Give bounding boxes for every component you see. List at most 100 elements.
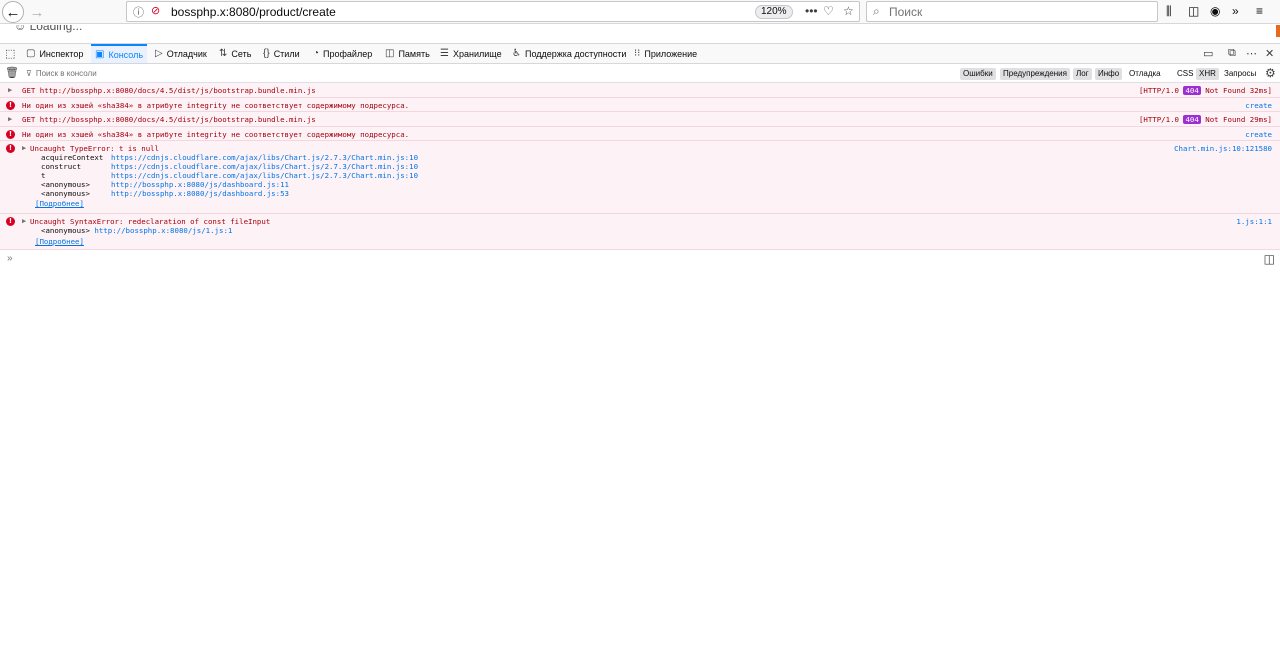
search-icon: ⌕ [873,4,880,18]
tab-label: Инспектор [39,48,84,59]
tab-debugger[interactable]: ▷ Отладчик [155,44,207,63]
message-text[interactable]: GET http://bossphp.x:8080/docs/4.5/dist/… [22,115,316,124]
learn-more-link[interactable]: [Подробнее] [35,237,84,246]
menu-icon[interactable]: ≡ [1256,4,1263,18]
stack-link[interactable]: https://cdnjs.cloudflare.com/ajax/libs/C… [111,153,418,162]
status-suffix: Not Found 29ms] [1200,115,1272,124]
status-code-badge: 404 [1183,86,1201,95]
message-source-link[interactable]: create [1245,130,1272,139]
message-source-link[interactable]: create [1245,101,1272,110]
stack-function: <anonymous> [41,189,90,198]
tab-network[interactable]: ⇅ Сеть [219,44,251,63]
stack-frame: construct https://cdnjs.cloudflare.com/aj… [41,162,418,171]
tab-inspector[interactable]: ▢ Инспектор [26,44,83,63]
tab-label: Сеть [231,48,252,59]
gear-icon[interactable]: ⚙ [1265,66,1276,80]
search-box[interactable]: ⌕ Поиск [866,1,1158,22]
zoom-indicator[interactable]: 120% [755,5,793,19]
message-source-link[interactable]: 1.js:1:1 [1236,217,1272,226]
library-icon[interactable]: ⫼ [1166,4,1172,19]
message-text[interactable]: Uncaught TypeError: t is null [30,144,159,153]
error-icon: ! [6,101,15,110]
back-button[interactable]: ← [2,1,24,23]
tab-performance[interactable]: ◔ Профайлер [313,44,372,63]
learn-more-link[interactable]: [Подробнее] [35,199,84,208]
debugger-icon: ▷ [155,48,163,59]
account-icon[interactable]: ◉ [1210,4,1220,18]
tab-label: Отладчик [166,48,207,59]
expand-arrow-icon[interactable]: ▶ [8,86,12,94]
tab-style-editor[interactable]: {} Стили [263,44,300,63]
tab-memory[interactable]: ◫ Память [385,44,430,63]
stack-function: <anonymous> [41,226,90,235]
arrow-right-icon: → [29,3,45,21]
console-input[interactable]: » ◫ [0,251,1280,267]
console-filter-input[interactable]: ⊽ Поиск в консоли [26,66,426,81]
stack-link[interactable]: https://cdnjs.cloudflare.com/ajax/libs/C… [111,162,418,171]
expand-arrow-icon[interactable]: ▶ [22,144,26,152]
inspector-icon: ▢ [26,48,36,59]
tab-label: Хранилище [452,48,502,59]
element-picker-icon[interactable]: ⬚ [5,47,15,60]
filter-log-button[interactable]: Лог [1073,68,1092,80]
filter-debug-button[interactable]: Отладка [1126,68,1164,80]
network-message[interactable]: ▶ GET http://bossphp.x:8080/docs/4.5/dis… [0,83,1280,98]
tab-console[interactable]: ▣ Консоль [91,44,148,63]
console-output: ▶ GET http://bossphp.x:8080/docs/4.5/dis… [0,83,1280,250]
message-text: Ни один из хэшей «sha384» в атрибуте int… [22,101,410,110]
console-filter-bar: 🗑 ⊽ Поиск в консоли Ошибки Предупреждени… [0,64,1280,83]
overflow-chevron-icon[interactable]: » [1232,4,1239,18]
page-actions-icon[interactable]: ••• [805,4,818,18]
sidebar-icon[interactable]: ◫ [1188,4,1199,18]
stack-function: <anonymous> [41,180,90,189]
stack-link[interactable]: http://bossphp.x:8080/js/1.js:1 [94,226,232,235]
tab-label: Память [398,48,430,59]
url-text[interactable]: bossphp.x:8080/product/create [171,5,336,19]
message-text[interactable]: GET http://bossphp.x:8080/docs/4.5/dist/… [22,86,316,95]
info-icon[interactable]: ⓘ [133,4,144,20]
filter-info-button[interactable]: Инфо [1095,68,1123,80]
stack-link[interactable]: http://bossphp.x:8080/js/dashboard.js:11 [111,180,289,189]
devtools-menu-icon[interactable]: ⋯ [1246,47,1257,60]
pocket-icon[interactable]: ♡ [823,4,834,18]
tab-label: Приложение [644,48,698,59]
network-icon: ⇅ [219,48,228,59]
stack-frame: <anonymous> http://bossphp.x:8080/js/dash… [41,180,289,189]
message-status: [HTTP/1.0 404 Not Found 32ms] [1139,86,1272,95]
style-editor-icon: {} [263,48,270,59]
status-prefix: [HTTP/1.0 [1138,86,1184,95]
clear-console-icon[interactable]: 🗑 [5,66,19,79]
split-console-icon[interactable]: ▭ [1203,47,1213,60]
filter-errors-button[interactable]: Ошибки [960,68,996,80]
stack-frame: t https://cdnjs.cloudflare.com/ajax/libs/… [41,171,418,180]
filter-requests-button[interactable]: Запросы [1221,68,1259,80]
filter-warnings-button[interactable]: Предупреждения [1000,68,1070,80]
close-devtools-icon[interactable]: ✕ [1265,47,1274,60]
accessibility-icon: ♿ [512,48,521,59]
insecure-lock-icon[interactable]: ⊘ [151,4,160,17]
tab-storage[interactable]: ☰ Хранилище [440,44,502,63]
editor-mode-icon[interactable]: ◫ [1264,252,1275,266]
network-message[interactable]: ▶ GET http://bossphp.x:8080/docs/4.5/dis… [0,112,1280,127]
forward-button[interactable]: → [26,1,48,23]
filter-xhr-button[interactable]: XHR [1196,68,1219,80]
performance-icon: ◔ [313,48,320,59]
message-text[interactable]: Uncaught SyntaxError: redeclaration of c… [30,217,270,226]
filter-css-button[interactable]: CSS [1174,68,1196,80]
stack-frame: <anonymous> http://bossphp.x:8080/js/1.j… [41,226,232,235]
page-fragment: ☺ Loading... [14,25,83,33]
stack-link[interactable]: http://bossphp.x:8080/js/dashboard.js:53 [111,189,289,198]
stack-link[interactable]: https://cdnjs.cloudflare.com/ajax/libs/C… [111,171,418,180]
url-bar[interactable]: ⓘ ⊘ bossphp.x:8080/product/create 120% •… [126,1,860,22]
tab-accessibility[interactable]: ♿ Поддержка доступности [512,44,626,63]
error-message: ! Ни один из хэшей «sha384» в атрибуте i… [0,127,1280,141]
bookmark-star-icon[interactable]: ☆ [843,4,854,18]
stack-function: construct [41,162,82,171]
message-source-link[interactable]: Chart.min.js:10:121580 [1174,144,1272,153]
dock-icon[interactable]: ⧉ [1228,47,1236,60]
message-status: [HTTP/1.0 404 Not Found 29ms] [1139,115,1272,124]
expand-arrow-icon[interactable]: ▶ [22,217,26,225]
expand-arrow-icon[interactable]: ▶ [8,115,12,123]
page-accent-bar [1276,25,1280,37]
tab-application[interactable]: ⁝⁝ Приложение [634,44,697,63]
